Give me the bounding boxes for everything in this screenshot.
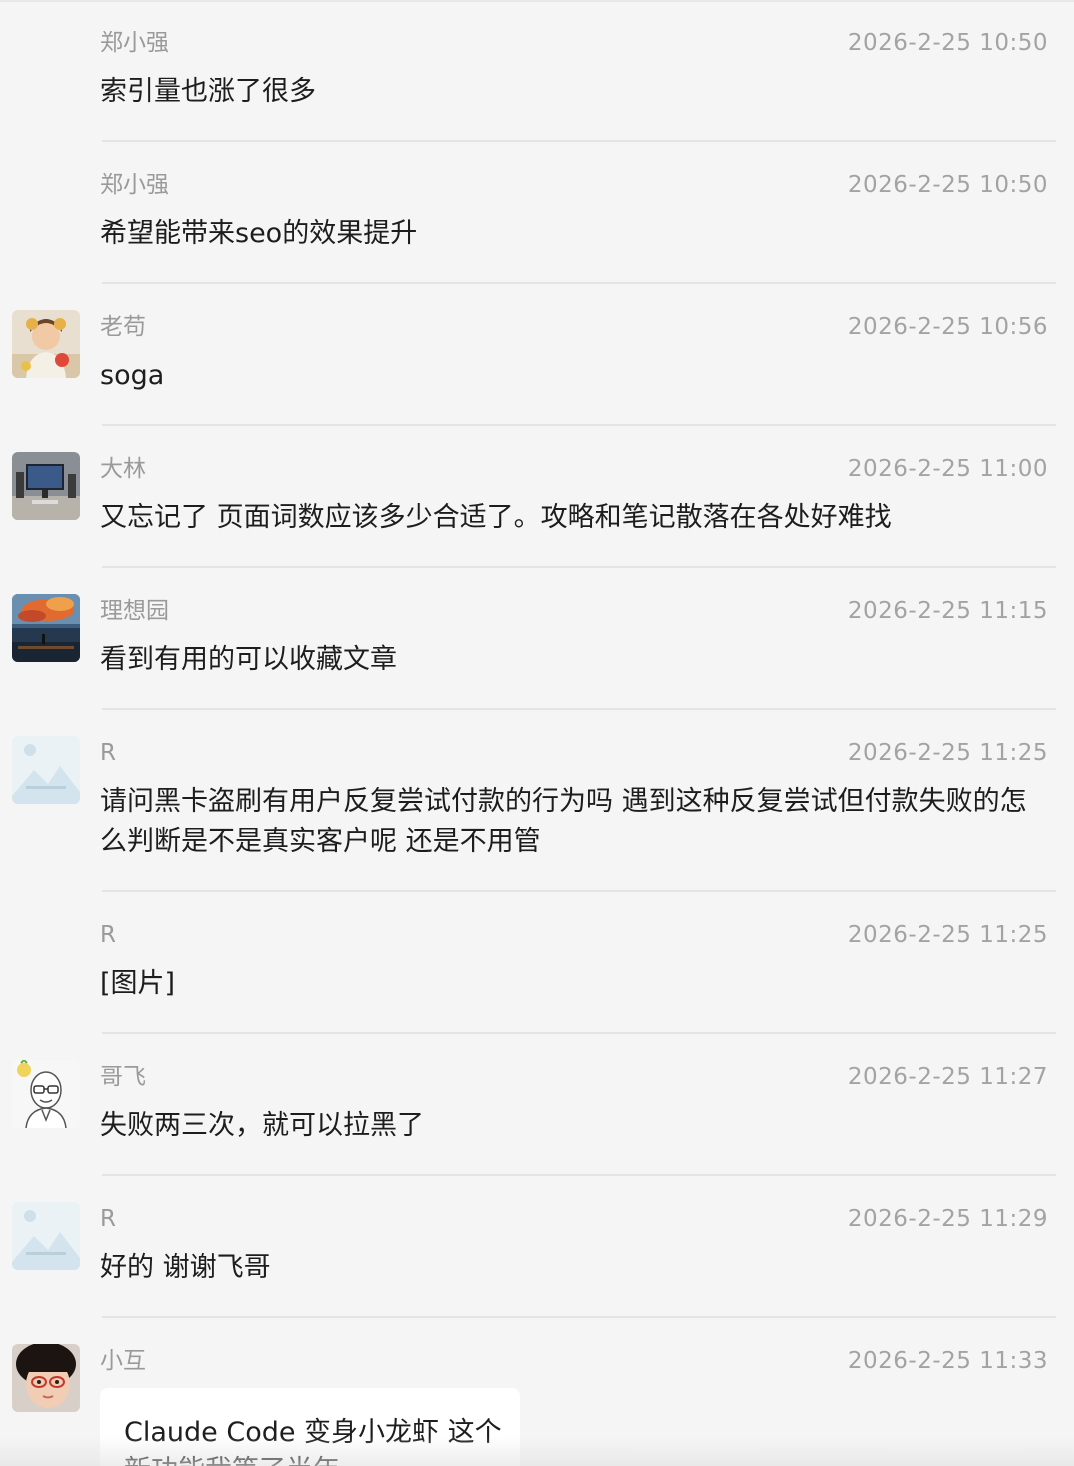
message-divider — [102, 566, 1056, 568]
message-divider — [102, 1174, 1056, 1176]
avatar[interactable] — [12, 1202, 80, 1270]
avatar[interactable] — [12, 1060, 80, 1128]
message-text: 希望能带来seo的效果提升 — [100, 218, 418, 249]
message-text: 又忘记了 页面词数应该多少合适了。攻略和笔记散落在各处好难找 — [100, 502, 892, 533]
message-timestamp: 2026-2-25 10:50 — [847, 30, 1048, 56]
message-divider — [102, 1316, 1056, 1318]
message-item[interactable]: 郑小强 2026-2-25 10:50 索引量也涨了很多 — [0, 8, 1074, 142]
child-photo-avatar-icon — [12, 310, 80, 378]
sender-name[interactable]: 郑小强 — [100, 28, 169, 58]
message-item[interactable]: R 2026-2-25 11:25 请问黑卡盗刷有用户反复尝试付款的行为吗 遇到… — [0, 716, 1074, 890]
message-thread: 郑小强 2026-2-25 10:50 索引量也涨了很多 郑小强 2026-2-… — [0, 0, 1074, 1466]
girl-photo-avatar-icon — [12, 1344, 80, 1412]
desk-photo-avatar-icon — [12, 452, 80, 520]
message-divider — [102, 890, 1056, 892]
message-divider — [102, 282, 1056, 284]
sunset-photo-avatar-icon — [12, 594, 80, 662]
sender-name[interactable]: R — [100, 920, 116, 950]
message-item[interactable]: 大林 2026-2-25 11:00 又忘记了 页面词数应该多少合适了。攻略和笔… — [0, 432, 1074, 566]
sender-name[interactable]: 理想园 — [100, 596, 169, 626]
message-item[interactable]: 理想园 2026-2-25 11:15 看到有用的可以收藏文章 — [0, 574, 1074, 708]
message-timestamp: 2026-2-25 10:50 — [847, 172, 1048, 198]
sender-name[interactable]: 哥飞 — [100, 1062, 146, 1092]
message-divider — [102, 708, 1056, 710]
message-text: 索引量也涨了很多 — [100, 76, 316, 107]
message-text: 请问黑卡盗刷有用户反复尝试付款的行为吗 遇到这种反复尝试但付款失败的怎么判断是不… — [100, 786, 1027, 857]
sender-name[interactable]: 小互 — [100, 1346, 146, 1376]
message-text[interactable]: [图片] — [100, 964, 1050, 1004]
sender-name[interactable]: R — [100, 1204, 116, 1234]
message-timestamp: 2026-2-25 11:25 — [847, 740, 1048, 766]
avatar[interactable] — [12, 594, 80, 662]
avatar[interactable] — [12, 736, 80, 804]
sender-name[interactable]: 大林 — [100, 454, 146, 484]
message-timestamp: 2026-2-25 11:25 — [847, 922, 1048, 948]
message-item[interactable]: 哥飞 2026-2-25 11:27 失败两三次，就可以拉黑了 — [0, 1040, 1074, 1174]
link-card-title: Claude Code 变身小龙虾 这个新功能我等了半年 — [124, 1417, 502, 1466]
message-text: 看到有用的可以收藏文章 — [100, 644, 397, 675]
message-timestamp: 2026-2-25 11:29 — [847, 1206, 1048, 1232]
message-timestamp: 2026-2-25 11:00 — [847, 456, 1048, 482]
message-timestamp: 2026-2-25 11:27 — [847, 1064, 1048, 1090]
message-item[interactable]: R 2026-2-25 11:25 [图片] — [0, 898, 1074, 1032]
message-divider — [102, 1032, 1056, 1034]
sender-name[interactable]: R — [100, 738, 116, 768]
cartoon-face-avatar-icon — [12, 1060, 80, 1128]
avatar[interactable] — [12, 452, 80, 520]
message-divider — [102, 424, 1056, 426]
message-text: 失败两三次，就可以拉黑了 — [100, 1110, 424, 1141]
message-timestamp: 2026-2-25 10:56 — [847, 314, 1048, 340]
message-timestamp: 2026-2-25 11:33 — [847, 1348, 1048, 1374]
message-divider — [102, 140, 1056, 142]
sender-name[interactable]: 老苟 — [100, 312, 146, 342]
avatar[interactable] — [12, 310, 80, 378]
message-item[interactable]: 郑小强 2026-2-25 10:50 希望能带来seo的效果提升 — [0, 148, 1074, 282]
message-item[interactable]: R 2026-2-25 11:29 好的 谢谢飞哥 — [0, 1182, 1074, 1316]
message-text: 好的 谢谢飞哥 — [100, 1252, 271, 1283]
message-text: soga — [100, 360, 165, 391]
placeholder-image-icon — [12, 1202, 80, 1270]
avatar[interactable] — [12, 1344, 80, 1412]
placeholder-image-icon — [12, 736, 80, 804]
message-timestamp: 2026-2-25 11:15 — [847, 598, 1048, 624]
link-card[interactable]: Claude Code 变身小龙虾 这个新功能我等了半年 — [100, 1388, 520, 1466]
sender-name[interactable]: 郑小强 — [100, 170, 169, 200]
message-item[interactable]: 老苟 2026-2-25 10:56 soga — [0, 290, 1074, 424]
